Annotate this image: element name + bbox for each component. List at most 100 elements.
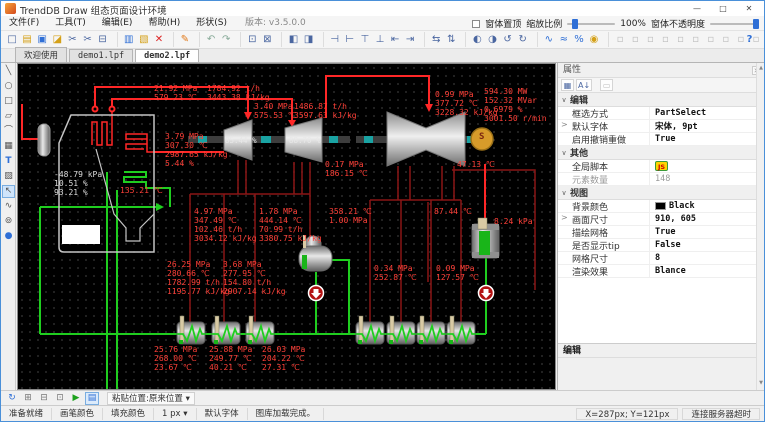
panel-icon[interactable]: ⊡ <box>53 392 67 405</box>
value-label[interactable]: 358.21 ℃ 1.00 MPa <box>329 207 372 225</box>
value-label[interactable]: 1.78 MPa 444.14 ℃ 70.99 t/h 3380.75 kJ/k… <box>259 207 322 243</box>
value-label[interactable]: 0.34 MPa 252.87 ℃ <box>374 264 417 282</box>
print-icon[interactable]: ⊟ <box>96 32 110 47</box>
section-edit[interactable]: 编辑 <box>558 93 757 107</box>
arc-icon[interactable]: ⌒ <box>2 125 15 138</box>
tab-demo2[interactable]: demo2.lpf <box>135 49 199 62</box>
layout-toggle-icon[interactable]: ▤ <box>85 392 99 405</box>
prop-value[interactable]: Black <box>669 201 695 211</box>
prop-row[interactable]: 元素数量 148 <box>558 173 757 186</box>
save-as-icon[interactable]: ◪ <box>50 32 64 47</box>
rect-icon[interactable]: □ <box>2 95 15 108</box>
maximize-button[interactable]: □ <box>710 1 736 16</box>
refresh-icon[interactable]: ↻ <box>5 392 19 405</box>
value-label[interactable]: 47.13 ℃ <box>457 160 495 169</box>
hp-heater[interactable] <box>246 316 274 344</box>
value-label[interactable]: 594.30 MW 152.32 MVar 0.6979 % 3001.50 r… <box>484 87 547 123</box>
pen-color-button[interactable]: 画笔颜色 <box>52 408 103 420</box>
value-label[interactable]: 25.76 MPa 268.00 ℃ 23.67 ℃ <box>154 345 197 372</box>
value-label[interactable]: 25.88 MPa 249.77 ℃ 40.21 ℃ <box>209 345 252 372</box>
section-view[interactable]: 视图 <box>558 186 757 200</box>
prop-row[interactable]: 默认字体 宋体, 9pt <box>558 120 757 133</box>
chart-icon[interactable]: ∿ <box>2 200 15 213</box>
cut-icon[interactable]: ✂ <box>65 32 79 47</box>
rotate-right-icon[interactable]: ↻ <box>516 32 530 47</box>
topmost-checkbox[interactable] <box>472 20 480 28</box>
steam-drum[interactable] <box>38 124 50 156</box>
prop-row[interactable]: 是否显示tip False <box>558 239 757 252</box>
align-hcenter-icon[interactable]: ⇤ <box>388 32 402 47</box>
lp-turbine[interactable] <box>387 112 465 166</box>
prop-value[interactable]: PartSelect <box>655 108 706 118</box>
prop-value[interactable]: True <box>655 134 675 144</box>
menu-file[interactable]: 文件(F) <box>1 16 47 31</box>
copy-icon[interactable]: ▥ <box>117 32 136 47</box>
align-right-icon[interactable]: ⊢ <box>343 32 357 47</box>
scroll-down-icon[interactable]: ▼ <box>757 378 765 388</box>
hp-heater[interactable] <box>212 316 240 344</box>
delete-icon[interactable]: ✕ <box>152 32 166 47</box>
stroke-width-dropdown[interactable]: 1 px ▾ <box>154 408 197 420</box>
prop-row[interactable]: 启用撤销重做 True <box>558 133 757 146</box>
grid-icon[interactable]: ▦ <box>2 140 15 153</box>
same-width-icon[interactable]: ⇆ <box>424 32 443 47</box>
value-label[interactable]: -48.79 kPa 10.51 % 93.21 % <box>54 170 102 197</box>
scale-icon[interactable]: % <box>572 32 586 47</box>
align-left-icon[interactable]: ⊣ <box>323 32 342 47</box>
value-label[interactable]: 8.24 kPa <box>494 217 533 226</box>
redo-icon[interactable]: ↷ <box>219 32 233 47</box>
value-label[interactable]: 0.17 MPa 186.15 ℃ <box>325 160 368 178</box>
tab-demo1[interactable]: demo1.lpf <box>69 49 133 62</box>
panel-scrollbar[interactable]: ▲ ▼ <box>756 63 764 390</box>
value-label[interactable]: 3.40 MPa 575.53 ℃ <box>254 102 297 120</box>
default-font-button[interactable]: 默认字体 <box>197 408 248 420</box>
undo-icon[interactable]: ↶ <box>199 32 218 47</box>
select-box-icon[interactable]: ⊡ <box>240 32 259 47</box>
save-icon[interactable]: ▣ <box>35 32 49 47</box>
sort-az-icon[interactable]: A↓ <box>576 79 592 91</box>
gallery-icon[interactable]: ⊚ <box>2 215 15 228</box>
paste-icon[interactable]: ▧ <box>137 32 151 47</box>
value-label[interactable]: 4.97 MPa 347.49 ℃ 102.46 t/h 3034.12 kJ/… <box>194 207 257 243</box>
value-label[interactable]: 21.92 MPa 579.23 ℃ <box>154 84 197 102</box>
value-label[interactable]: 87.44 ℃ <box>434 207 472 216</box>
sphere-icon[interactable]: ● <box>2 230 15 243</box>
value-label[interactable]: 3.68 MPa 277.95 ℃ 154.80 t/h 2907.14 kJ/… <box>223 260 286 296</box>
help-icon[interactable]: ? <box>742 32 757 47</box>
ellipse-icon[interactable]: ○ <box>2 80 15 93</box>
ip-efficiency-label[interactable]: 88.70 % <box>289 136 321 145</box>
polygon-icon[interactable]: ▱ <box>2 110 15 123</box>
value-label[interactable]: 1784.92 t/h 3443.38 kJ/kg <box>207 84 270 102</box>
image-icon[interactable]: ▨ <box>2 170 15 183</box>
flip-h-icon[interactable]: ◐ <box>465 32 484 47</box>
menu-help[interactable]: 帮助(H) <box>140 16 188 31</box>
fill-color-button[interactable]: 填充颜色 <box>103 408 154 420</box>
prop-row[interactable]: 背景颜色 Black <box>558 200 757 213</box>
hp-heater[interactable] <box>177 316 205 344</box>
cascade-icon[interactable]: ⊟ <box>37 392 51 405</box>
select-icon[interactable]: ↖ <box>2 185 15 198</box>
render-icon[interactable]: ◉ <box>587 32 601 47</box>
prop-value[interactable]: 910, 605 <box>655 214 696 224</box>
brush-icon[interactable]: ✎ <box>173 32 192 47</box>
prop-row[interactable]: 网格尺寸 8 <box>558 252 757 265</box>
new-icon[interactable]: □ <box>5 32 19 47</box>
prop-row[interactable]: 渲染效果 Blance <box>558 265 757 278</box>
value-label[interactable]: 3.79 MPa 307.30 ℃ 2987.65 kJ/kg 5.44 % <box>165 132 228 168</box>
value-label[interactable]: 1486.87 t/h 3597.63 kJ/kg <box>294 102 357 120</box>
paste-position-dropdown[interactable]: 粘贴位置:原来位置 ▾ <box>107 392 195 405</box>
prop-value[interactable]: False <box>655 240 681 250</box>
snip-icon[interactable]: ✂ <box>80 32 94 47</box>
zoom-slider[interactable] <box>567 23 615 25</box>
flip-v-icon[interactable]: ◑ <box>485 32 499 47</box>
value-label[interactable]: 0.09 MPa 127.57 ℃ <box>436 264 479 282</box>
opacity-slider[interactable] <box>710 23 758 25</box>
prop-row[interactable]: 框选方式 PartSelect <box>558 107 757 120</box>
prop-row[interactable]: 画面尺寸 910, 605 <box>558 213 757 226</box>
curve-icon[interactable]: ∿ <box>537 32 556 47</box>
align-bottom-icon[interactable]: ⊥ <box>373 32 387 47</box>
menu-edit[interactable]: 编辑(E) <box>94 16 141 31</box>
prop-value[interactable]: True <box>655 227 675 237</box>
send-back-icon[interactable]: ◨ <box>302 32 316 47</box>
drain-valve[interactable] <box>309 286 324 301</box>
